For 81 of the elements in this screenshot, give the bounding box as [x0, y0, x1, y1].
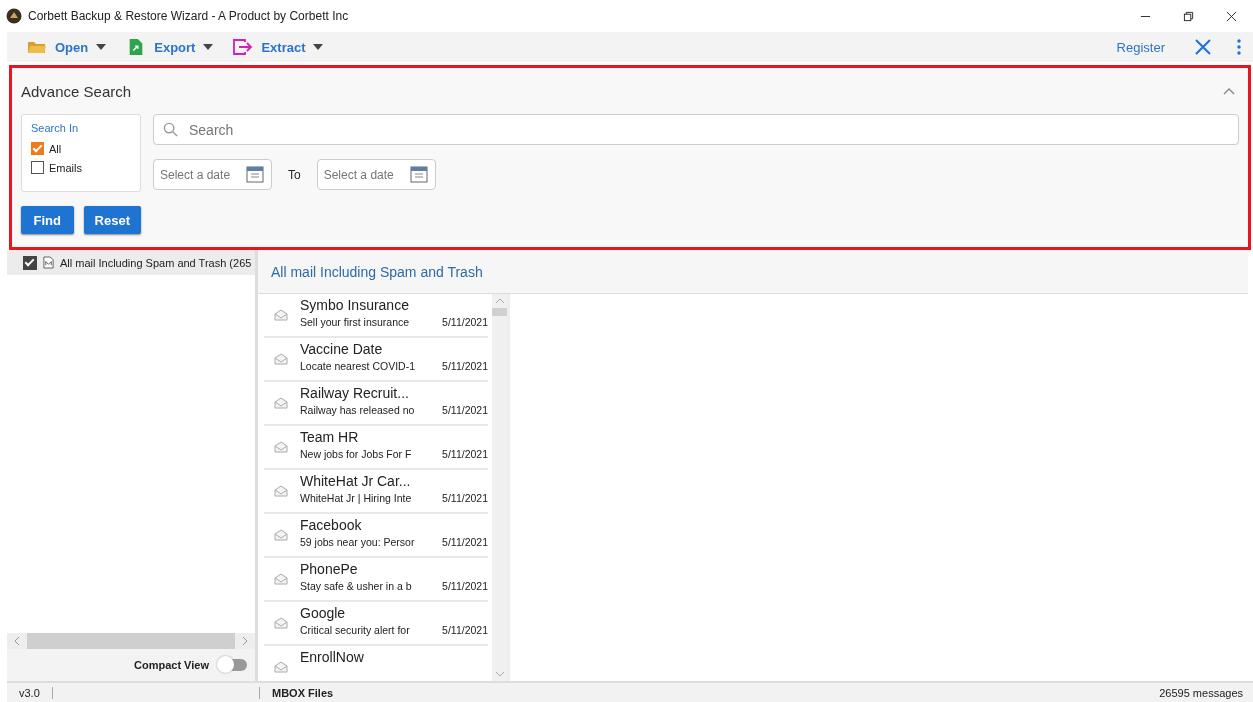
envelope-icon: [274, 573, 288, 585]
mail-sender[interactable]: WhiteHat Jr Car...: [300, 473, 488, 489]
mail-date: 5/11/2021: [442, 580, 488, 592]
version-label: v3.0: [7, 686, 53, 699]
mail-date: 5/11/2021: [442, 316, 488, 328]
mail-list-title: All mail Including Spam and Trash: [271, 263, 483, 280]
mail-date: 5/11/2021: [442, 404, 488, 416]
mail-file-icon: [43, 256, 54, 269]
caret-icon: [96, 44, 107, 50]
panel-title: Advance Search: [21, 82, 132, 100]
caret-icon: [203, 44, 214, 50]
compact-view-label: Compact View: [134, 659, 209, 671]
folder-label: All mail Including Spam and Trash (265: [60, 256, 252, 269]
search-field[interactable]: Search: [153, 114, 1239, 145]
mail-snippet: 59 jobs near you: Persor: [300, 536, 416, 548]
mail-snippet: New jobs for Jobs For F: [300, 448, 413, 460]
checkbox[interactable]: [31, 161, 44, 174]
toolbar-menu-button[interactable]: Extract: [233, 38, 324, 56]
mail-snippet: Locate nearest COVID-1: [300, 360, 416, 372]
collapse-chevron-icon[interactable]: [1223, 87, 1235, 95]
scroll-right-icon[interactable]: [242, 636, 248, 646]
calendar-icon[interactable]: [409, 165, 428, 183]
mail-snippet: Critical security alert for: [300, 624, 411, 636]
search-icon: [163, 122, 178, 137]
to-label: To: [288, 167, 301, 182]
action-button[interactable]: Reset: [83, 206, 141, 234]
checkbox-label: All: [49, 142, 62, 155]
envelope-icon: [274, 441, 288, 453]
scroll-thumb[interactable]: [492, 308, 507, 316]
checkbox[interactable]: [31, 142, 44, 155]
mail-date: 5/11/2021: [442, 360, 488, 372]
mail-sender[interactable]: Railway Recruit...: [300, 385, 488, 401]
toolbar-menu-button[interactable]: Open: [27, 38, 107, 56]
scroll-up-icon[interactable]: [494, 298, 505, 304]
date-field[interactable]: Select a date: [153, 159, 272, 190]
mail-sender[interactable]: EnrollNow: [300, 649, 488, 665]
group-title: Search In: [31, 122, 80, 134]
checkbox-label: Emails: [49, 161, 82, 174]
toolbar-menu-button[interactable]: Export: [126, 38, 214, 56]
window-title: Corbett Backup & Restore Wizard - A Product by Corbett Inc: [28, 9, 349, 23]
horizontal-scrollbar[interactable]: [7, 633, 255, 649]
mail-date: 5/11/2021: [442, 536, 488, 548]
envelope-icon: [274, 309, 288, 321]
restore-icon[interactable]: [1183, 10, 1194, 22]
exit-arrow-icon: [233, 38, 254, 56]
calendar-icon[interactable]: [246, 165, 264, 183]
mail-sender[interactable]: Vaccine Date: [300, 341, 488, 357]
action-button[interactable]: Find: [21, 206, 74, 234]
envelope-icon: [274, 397, 288, 409]
mail-snippet: Railway has released no: [300, 404, 416, 416]
checkbox[interactable]: [23, 255, 37, 270]
mail-date: 5/11/2021: [442, 492, 488, 504]
more-options-icon[interactable]: [1237, 39, 1241, 55]
register-link[interactable]: Register: [1110, 38, 1171, 56]
mail-sender[interactable]: Facebook: [300, 517, 488, 533]
date-field[interactable]: Select a date: [316, 159, 436, 190]
mail-snippet: WhiteHat Jr | Hiring Inte: [300, 492, 413, 504]
close-icon[interactable]: [1226, 10, 1237, 22]
mail-sender[interactable]: Team HR: [300, 429, 488, 445]
mail-sender[interactable]: PhonePe: [300, 561, 488, 577]
envelope-icon: [274, 617, 288, 629]
envelope-icon: [274, 661, 288, 673]
scroll-left-icon[interactable]: [14, 636, 20, 646]
caret-icon: [313, 44, 324, 50]
envelope-icon: [274, 485, 288, 497]
scroll-down-icon[interactable]: [494, 671, 505, 677]
scroll-thumb[interactable]: [27, 633, 235, 649]
mail-sender[interactable]: Symbo Insurance: [300, 297, 488, 313]
folder-tree-row[interactable]: All mail Including Spam and Trash (265: [7, 250, 255, 275]
mail-snippet: Sell your first insurance: [300, 316, 411, 328]
mail-date: 5/11/2021: [442, 624, 488, 636]
app-logo-icon: [6, 8, 22, 24]
message-count: 26595 messages: [1159, 686, 1244, 699]
toggle-switch[interactable]: [219, 659, 247, 671]
vertical-scrollbar[interactable]: [492, 294, 507, 681]
mail-snippet: Stay safe & usher in a b: [300, 580, 413, 592]
envelope-icon: [274, 353, 288, 365]
source-label: MBOX Files: [259, 686, 334, 699]
mail-sender[interactable]: Google: [300, 605, 488, 621]
mail-date: 5/11/2021: [442, 448, 488, 460]
envelope-icon: [274, 529, 288, 541]
